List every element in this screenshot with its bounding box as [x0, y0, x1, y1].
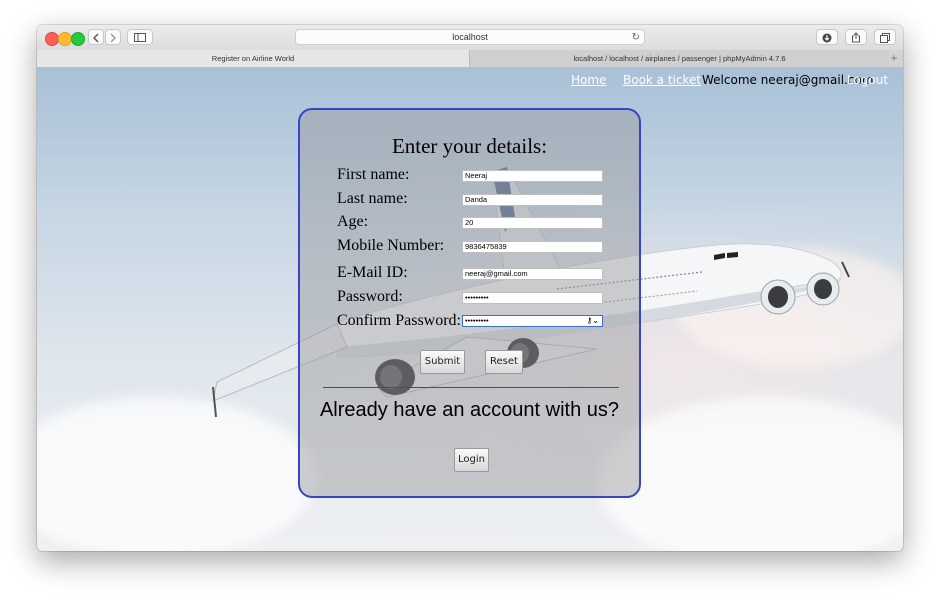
first-name-input[interactable]: Neeraj: [462, 170, 603, 182]
close-window-button[interactable]: [45, 32, 59, 46]
nav-logout-link[interactable]: Logout: [847, 73, 888, 87]
forward-button[interactable]: [105, 29, 121, 45]
registration-form: Enter your details: First name: Neeraj L…: [298, 108, 641, 498]
new-tab-plus-icon[interactable]: +: [888, 50, 900, 67]
tab-bar: Register on Airline World localhost / lo…: [37, 50, 903, 68]
back-button[interactable]: [88, 29, 104, 45]
title-bar: localhost ↻: [37, 25, 903, 51]
minimize-window-button[interactable]: [58, 32, 72, 46]
zoom-window-button[interactable]: [71, 32, 85, 46]
nav-book-ticket-link[interactable]: Book a ticket: [623, 73, 701, 87]
sidebar-icon: [134, 33, 146, 42]
reset-button[interactable]: Reset: [485, 350, 523, 374]
tabs-overview-button[interactable]: [874, 29, 896, 45]
tabs-icon: [880, 33, 890, 43]
nav-home-link[interactable]: Home: [571, 73, 606, 87]
form-divider: [323, 387, 619, 388]
chevron-right-icon: [110, 33, 116, 43]
login-button[interactable]: Login: [454, 448, 489, 472]
email-label: E-Mail ID:: [337, 264, 408, 281]
last-name-label: Last name:: [337, 190, 408, 207]
mobile-number-input[interactable]: 9836475839: [462, 241, 603, 253]
download-icon: [822, 33, 832, 43]
confirm-password-label: Confirm Password:: [337, 312, 461, 329]
confirm-password-input[interactable]: ••••••••• ⚷⌄: [462, 315, 603, 327]
submit-button[interactable]: Submit: [420, 350, 465, 374]
age-input[interactable]: 20: [462, 217, 603, 229]
share-icon: [852, 32, 860, 43]
password-label: Password:: [337, 288, 403, 305]
browser-window: localhost ↻ Register on Airline World lo…: [37, 25, 903, 551]
mobile-number-label: Mobile Number:: [337, 237, 445, 254]
first-name-label: First name:: [337, 166, 410, 183]
top-nav: Home Book a ticket Welcome neeraj@gmail.…: [571, 73, 891, 89]
reload-icon[interactable]: ↻: [632, 30, 640, 45]
key-icon[interactable]: ⚷⌄: [586, 316, 599, 326]
last-name-input[interactable]: Danda: [462, 194, 603, 206]
tab-phpmyadmin[interactable]: localhost / localhost / airplanes / pass…: [469, 50, 889, 67]
form-title: Enter your details:: [391, 134, 548, 158]
confirm-password-value: •••••••••: [465, 316, 489, 325]
page-viewport: Home Book a ticket Welcome neeraj@gmail.…: [37, 67, 903, 551]
email-input[interactable]: neeraj@gmail.com: [462, 268, 603, 280]
url-text: localhost: [452, 32, 488, 42]
already-have-account-text: Already have an account with us?: [319, 399, 620, 421]
share-button[interactable]: [845, 29, 867, 45]
age-label: Age:: [337, 213, 369, 230]
address-bar[interactable]: localhost ↻: [295, 29, 645, 45]
chevron-left-icon: [93, 33, 99, 43]
tab-register[interactable]: Register on Airline World: [37, 50, 469, 67]
password-input[interactable]: •••••••••: [462, 292, 603, 304]
downloads-button[interactable]: [816, 29, 838, 45]
sidebar-toggle-button[interactable]: [127, 29, 153, 45]
